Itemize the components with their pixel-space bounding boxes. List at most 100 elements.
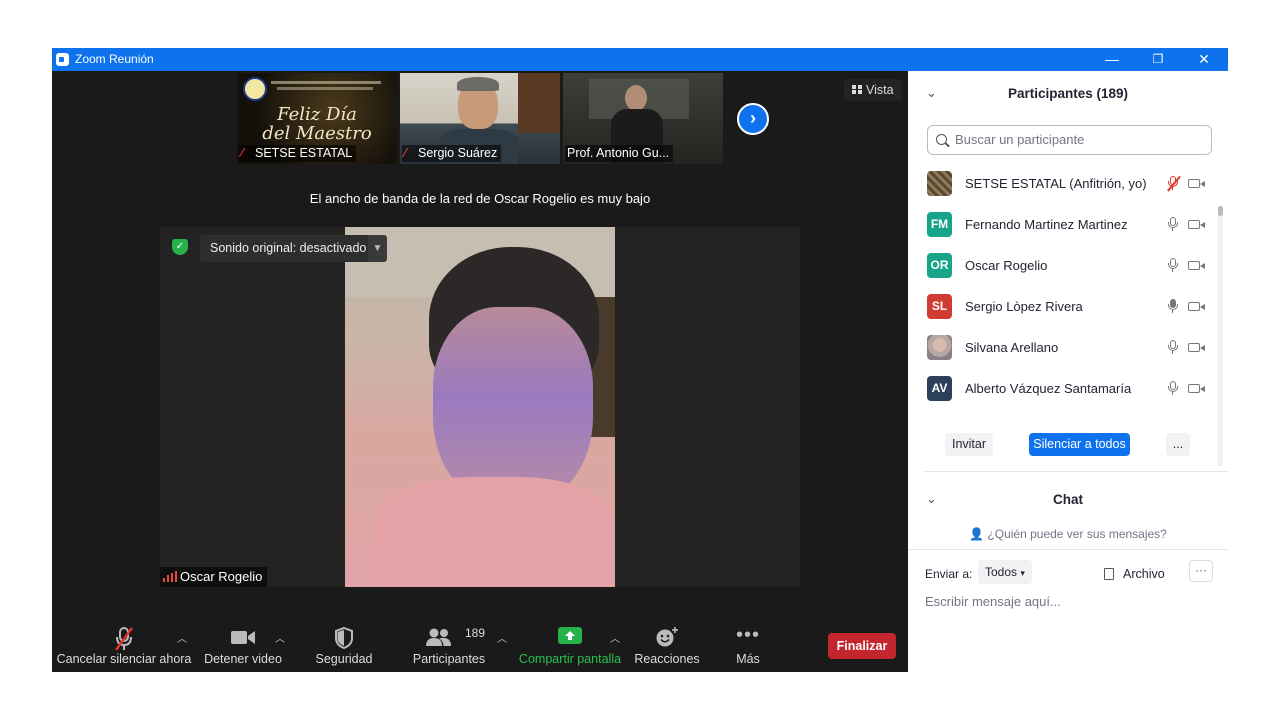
zoom-window: Zoom Reunión — ❐ ✕ Feliz Día del Maestro… xyxy=(52,48,1228,672)
more-button[interactable]: ••• Más xyxy=(718,620,778,672)
active-speaker-video[interactable]: ✓ Sonido original: desactivado ▼ Oscar R… xyxy=(160,227,800,587)
participant-search-input[interactable]: Buscar un participante xyxy=(927,125,1212,155)
mic-muted-icon: ⁄ xyxy=(404,146,407,160)
mic-muted-icon: ⁄ xyxy=(241,146,244,160)
participant-name: Sergio Lòpez Rivera xyxy=(965,299,1083,314)
mic-muted-icon[interactable] xyxy=(1168,176,1178,191)
view-button[interactable]: Vista xyxy=(844,79,902,101)
participant-row[interactable]: SETSE ESTATAL (Anfitrión, yo) xyxy=(908,163,1213,204)
signal-strength-icon xyxy=(163,571,177,582)
chevron-down-icon: ▾ xyxy=(1020,568,1025,578)
participant-row[interactable]: AV Alberto Vázquez Santamaría xyxy=(908,368,1213,409)
divider xyxy=(908,549,1228,550)
card-line2: del Maestro xyxy=(262,123,372,144)
bookshelf xyxy=(518,73,560,133)
security-button[interactable]: Seguridad xyxy=(304,620,384,672)
share-label: Compartir pantalla xyxy=(518,652,622,666)
restore-icon[interactable]: ❐ xyxy=(1135,48,1181,71)
send-to-label: Enviar a: xyxy=(925,567,973,581)
mute-all-button[interactable]: Silenciar a todos xyxy=(1029,433,1130,456)
who-can-see-link[interactable]: 👤 ¿Quién puede ver sus mensajes? xyxy=(908,527,1228,541)
thumbnail-name: ⁄ SETSE ESTATAL xyxy=(239,145,357,162)
file-icon xyxy=(1104,568,1114,580)
end-meeting-button[interactable]: Finalizar xyxy=(828,633,896,659)
participant-row[interactable]: SL Sergio Lòpez Rivera xyxy=(908,286,1213,327)
close-icon[interactable]: ✕ xyxy=(1181,48,1227,71)
participants-icon xyxy=(426,628,451,646)
camera-icon[interactable] xyxy=(1188,384,1205,393)
original-sound-toggle[interactable]: Sonido original: desactivado xyxy=(200,235,377,262)
camera-icon[interactable] xyxy=(1188,220,1205,229)
speaker-video-feed xyxy=(345,227,615,587)
shirt xyxy=(375,477,615,587)
mic-icon[interactable] xyxy=(1168,299,1178,314)
avatar: OR xyxy=(927,253,952,278)
participant-row[interactable]: FM Fernando Martinez Martinez xyxy=(908,204,1213,245)
mic-icon[interactable] xyxy=(1168,381,1178,396)
avatar: FM xyxy=(927,212,952,237)
avatar: AV xyxy=(927,376,952,401)
video-label: Detener video xyxy=(204,652,282,666)
mic-icon[interactable] xyxy=(1168,340,1178,355)
participant-row[interactable]: OR Oscar Rogelio xyxy=(908,245,1213,286)
side-panel: ⌄ Participantes (189) Buscar un particip… xyxy=(908,71,1228,672)
title-bar: Zoom Reunión — ❐ ✕ xyxy=(52,48,1228,71)
chevron-up-icon[interactable]: ︿ xyxy=(610,630,620,645)
camera-icon[interactable] xyxy=(1188,179,1205,188)
participant-name: Silvana Arellano xyxy=(965,340,1059,355)
participant-name: SETSE ESTATAL (Anfitrión, yo) xyxy=(965,176,1147,191)
invite-button[interactable]: Invitar xyxy=(945,433,993,456)
school-seal-logo xyxy=(243,77,267,101)
divider xyxy=(923,471,1228,472)
shield-icon xyxy=(335,626,353,650)
chat-more-button[interactable]: ··· xyxy=(1189,560,1213,582)
search-placeholder: Buscar un participante xyxy=(955,132,1085,147)
next-page-button[interactable]: › xyxy=(737,103,769,135)
participants-label: Participantes xyxy=(412,652,486,666)
search-icon xyxy=(936,134,947,145)
video-stage: Feliz Día del Maestro ⁄ SETSE ESTATAL ⁄ Se… xyxy=(52,71,908,620)
meeting-toolbar: Cancelar silenciar ahora ︿ Detener video… xyxy=(52,620,908,672)
camera-icon[interactable] xyxy=(1188,302,1205,311)
participant-name: Alberto Vázquez Santamaría xyxy=(965,381,1132,396)
share-screen-button[interactable]: Compartir pantalla xyxy=(517,620,623,672)
send-to-dropdown[interactable]: Todos ▾ xyxy=(978,560,1032,584)
grid-icon xyxy=(852,85,862,94)
chevron-down-icon[interactable]: ▼ xyxy=(368,235,387,262)
mic-icon[interactable] xyxy=(1168,217,1178,232)
zoom-app-icon xyxy=(56,53,69,66)
stop-video-button[interactable]: Detener video xyxy=(202,620,284,672)
more-options-button[interactable]: ... xyxy=(1166,433,1190,456)
window-title: Zoom Reunión xyxy=(75,52,154,66)
participants-header: ⌄ Participantes (189) xyxy=(908,71,1228,117)
participant-row[interactable] xyxy=(908,409,1213,415)
thumbnail-video[interactable]: Feliz Día del Maestro ⁄ SETSE ESTATAL xyxy=(237,73,397,164)
participant-scrollbar[interactable] xyxy=(1218,206,1223,466)
thumbnail-video[interactable]: ⁄ Sergio Suárez xyxy=(400,73,560,164)
card-line1: Feliz Día xyxy=(277,104,357,125)
more-dots-icon: ••• xyxy=(735,624,761,646)
camera-icon[interactable] xyxy=(1188,261,1205,270)
mute-button[interactable]: Cancelar silenciar ahora xyxy=(52,620,196,672)
avatar xyxy=(927,171,952,196)
minimize-icon[interactable]: — xyxy=(1089,48,1135,71)
smiley-add-icon xyxy=(656,627,678,647)
mic-icon[interactable] xyxy=(1168,258,1178,273)
chevron-up-icon[interactable]: ︿ xyxy=(275,630,285,645)
camera-icon[interactable] xyxy=(1188,343,1205,352)
security-label: Seguridad xyxy=(315,652,373,666)
participants-button[interactable]: 189 Participantes xyxy=(404,620,494,672)
chevron-up-icon[interactable]: ︿ xyxy=(177,630,187,645)
reactions-button[interactable]: Reacciones xyxy=(632,620,702,672)
chat-message-input[interactable]: Escribir mensaje aquí... xyxy=(925,594,1061,609)
chevron-up-icon[interactable]: ︿ xyxy=(497,630,507,645)
mute-label: Cancelar silenciar ahora xyxy=(56,652,192,666)
video-camera-icon xyxy=(231,631,255,644)
file-button[interactable]: Archivo xyxy=(1104,567,1165,581)
thumbnail-video[interactable]: Prof. Antonio Gu... xyxy=(563,73,723,164)
share-screen-icon xyxy=(558,627,582,644)
participant-name: Oscar Rogelio xyxy=(965,258,1048,273)
thumbnail-name: Prof. Antonio Gu... xyxy=(565,145,674,162)
participant-row[interactable]: Silvana Arellano xyxy=(908,327,1213,368)
thumbnail-name: ⁄ Sergio Suárez xyxy=(402,145,502,162)
